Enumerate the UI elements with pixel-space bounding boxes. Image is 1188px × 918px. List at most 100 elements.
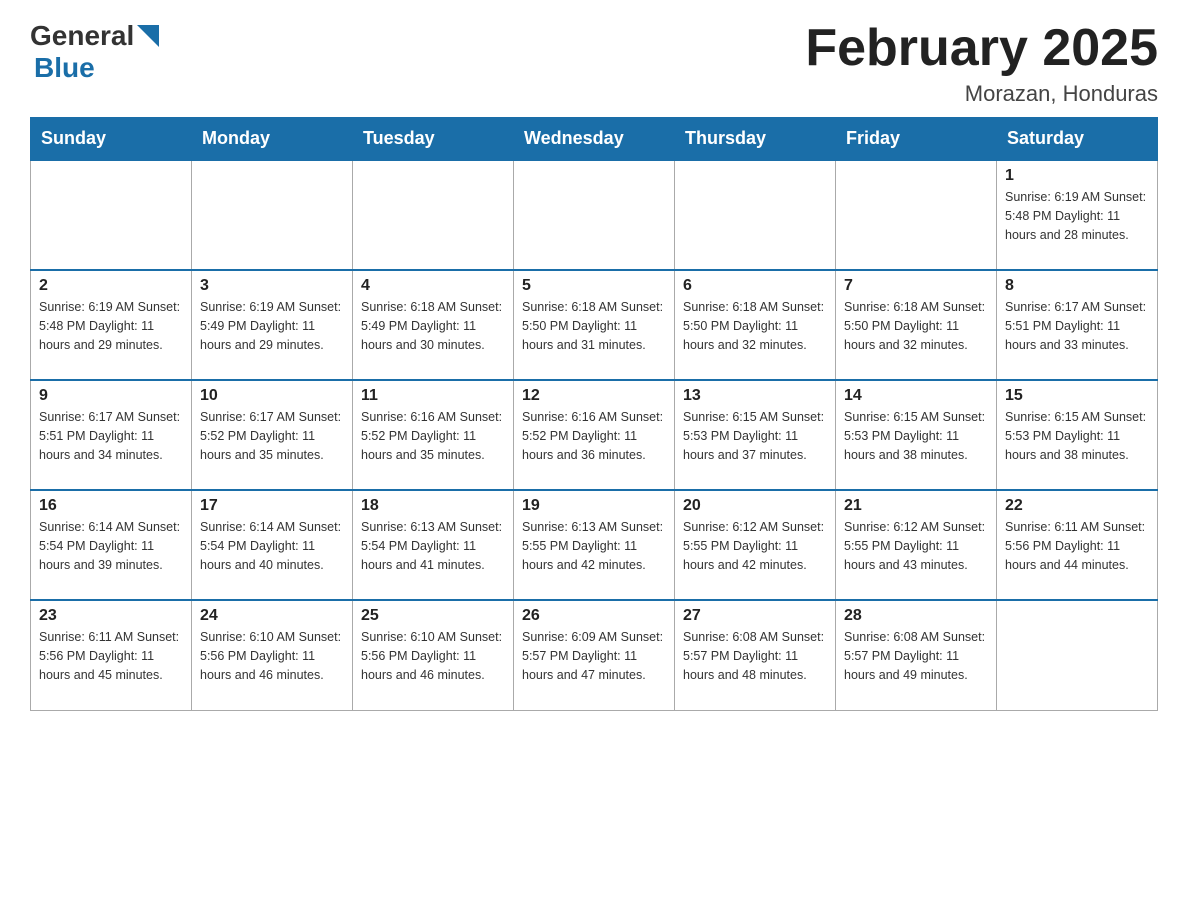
- calendar-subtitle: Morazan, Honduras: [805, 81, 1158, 107]
- day-number: 4: [361, 277, 505, 295]
- day-number: 15: [1005, 387, 1149, 405]
- calendar-cell: 23Sunrise: 6:11 AM Sunset: 5:56 PM Dayli…: [31, 600, 192, 710]
- day-number: 2: [39, 277, 183, 295]
- day-info: Sunrise: 6:16 AM Sunset: 5:52 PM Dayligh…: [361, 408, 505, 464]
- day-info: Sunrise: 6:18 AM Sunset: 5:50 PM Dayligh…: [844, 298, 988, 354]
- calendar-cell: 13Sunrise: 6:15 AM Sunset: 5:53 PM Dayli…: [675, 380, 836, 490]
- weekday-header-sunday: Sunday: [31, 118, 192, 161]
- day-info: Sunrise: 6:10 AM Sunset: 5:56 PM Dayligh…: [361, 628, 505, 684]
- day-number: 3: [200, 277, 344, 295]
- day-number: 16: [39, 497, 183, 515]
- day-number: 23: [39, 607, 183, 625]
- day-number: 27: [683, 607, 827, 625]
- day-number: 14: [844, 387, 988, 405]
- day-info: Sunrise: 6:08 AM Sunset: 5:57 PM Dayligh…: [844, 628, 988, 684]
- day-info: Sunrise: 6:15 AM Sunset: 5:53 PM Dayligh…: [1005, 408, 1149, 464]
- calendar-cell: 6 Sunrise: 6:18 AM Sunset: 5:50 PM Daylig…: [675, 270, 836, 380]
- calendar-cell: 25 Sunrise: 6:10 AM Sunset: 5:56 PM Dayli…: [353, 600, 514, 710]
- calendar-cell: 4 Sunrise: 6:18 AM Sunset: 5:49 PM Daylig…: [353, 270, 514, 380]
- day-info: Sunrise: 6:15 AM Sunset: 5:53 PM Dayligh…: [844, 408, 988, 464]
- calendar-cell: 19 Sunrise: 6:13 AM Sunset: 5:55 PM Dayli…: [514, 490, 675, 600]
- week-row-2: 9Sunrise: 6:17 AM Sunset: 5:51 PM Daylig…: [31, 380, 1158, 490]
- day-info: Sunrise: 6:18 AM Sunset: 5:50 PM Dayligh…: [683, 298, 827, 354]
- day-info: Sunrise: 6:19 AM Sunset: 5:49 PM Dayligh…: [200, 298, 344, 354]
- week-row-1: 2 Sunrise: 6:19 AM Sunset: 5:48 PM Daylig…: [31, 270, 1158, 380]
- weekday-header-thursday: Thursday: [675, 118, 836, 161]
- logo-blue-text: Blue: [34, 52, 95, 83]
- day-number: 11: [361, 387, 505, 405]
- weekday-header-tuesday: Tuesday: [353, 118, 514, 161]
- calendar-cell: 17Sunrise: 6:14 AM Sunset: 5:54 PM Dayli…: [192, 490, 353, 600]
- calendar-cell: 24 Sunrise: 6:10 AM Sunset: 5:56 PM Dayli…: [192, 600, 353, 710]
- day-number: 6: [683, 277, 827, 295]
- day-info: Sunrise: 6:13 AM Sunset: 5:55 PM Dayligh…: [522, 518, 666, 574]
- day-info: Sunrise: 6:14 AM Sunset: 5:54 PM Dayligh…: [39, 518, 183, 574]
- calendar-cell: 18 Sunrise: 6:13 AM Sunset: 5:54 PM Dayli…: [353, 490, 514, 600]
- calendar-cell: 8 Sunrise: 6:17 AM Sunset: 5:51 PM Daylig…: [997, 270, 1158, 380]
- calendar-title: February 2025: [805, 20, 1158, 77]
- day-info: Sunrise: 6:12 AM Sunset: 5:55 PM Dayligh…: [683, 518, 827, 574]
- day-number: 26: [522, 607, 666, 625]
- calendar-cell: 26Sunrise: 6:09 AM Sunset: 5:57 PM Dayli…: [514, 600, 675, 710]
- calendar-cell: 9Sunrise: 6:17 AM Sunset: 5:51 PM Daylig…: [31, 380, 192, 490]
- logo: General Blue: [30, 20, 159, 84]
- week-row-4: 23Sunrise: 6:11 AM Sunset: 5:56 PM Dayli…: [31, 600, 1158, 710]
- day-number: 10: [200, 387, 344, 405]
- logo-general-text: General: [30, 20, 134, 52]
- weekday-header-monday: Monday: [192, 118, 353, 161]
- day-info: Sunrise: 6:18 AM Sunset: 5:49 PM Dayligh…: [361, 298, 505, 354]
- calendar-cell: [675, 160, 836, 270]
- calendar-cell: [514, 160, 675, 270]
- calendar-cell: 22 Sunrise: 6:11 AM Sunset: 5:56 PM Dayli…: [997, 490, 1158, 600]
- page-header: General Blue February 2025 Morazan, Hond…: [30, 20, 1158, 107]
- day-info: Sunrise: 6:17 AM Sunset: 5:52 PM Dayligh…: [200, 408, 344, 464]
- weekday-header-row: SundayMondayTuesdayWednesdayThursdayFrid…: [31, 118, 1158, 161]
- day-info: Sunrise: 6:12 AM Sunset: 5:55 PM Dayligh…: [844, 518, 988, 574]
- calendar-table: SundayMondayTuesdayWednesdayThursdayFrid…: [30, 117, 1158, 711]
- day-info: Sunrise: 6:17 AM Sunset: 5:51 PM Dayligh…: [1005, 298, 1149, 354]
- weekday-header-wednesday: Wednesday: [514, 118, 675, 161]
- day-number: 22: [1005, 497, 1149, 515]
- day-number: 20: [683, 497, 827, 515]
- calendar-cell: 28 Sunrise: 6:08 AM Sunset: 5:57 PM Dayli…: [836, 600, 997, 710]
- day-info: Sunrise: 6:14 AM Sunset: 5:54 PM Dayligh…: [200, 518, 344, 574]
- day-info: Sunrise: 6:18 AM Sunset: 5:50 PM Dayligh…: [522, 298, 666, 354]
- day-number: 21: [844, 497, 988, 515]
- calendar-cell: [997, 600, 1158, 710]
- day-info: Sunrise: 6:19 AM Sunset: 5:48 PM Dayligh…: [39, 298, 183, 354]
- day-info: Sunrise: 6:19 AM Sunset: 5:48 PM Dayligh…: [1005, 188, 1149, 244]
- calendar-cell: 1 Sunrise: 6:19 AM Sunset: 5:48 PM Daylig…: [997, 160, 1158, 270]
- calendar-cell: 3 Sunrise: 6:19 AM Sunset: 5:49 PM Daylig…: [192, 270, 353, 380]
- day-number: 19: [522, 497, 666, 515]
- day-number: 8: [1005, 277, 1149, 295]
- day-info: Sunrise: 6:13 AM Sunset: 5:54 PM Dayligh…: [361, 518, 505, 574]
- calendar-cell: 10 Sunrise: 6:17 AM Sunset: 5:52 PM Dayli…: [192, 380, 353, 490]
- day-info: Sunrise: 6:10 AM Sunset: 5:56 PM Dayligh…: [200, 628, 344, 684]
- calendar-cell: 5Sunrise: 6:18 AM Sunset: 5:50 PM Daylig…: [514, 270, 675, 380]
- day-number: 18: [361, 497, 505, 515]
- week-row-3: 16 Sunrise: 6:14 AM Sunset: 5:54 PM Dayli…: [31, 490, 1158, 600]
- calendar-cell: 27 Sunrise: 6:08 AM Sunset: 5:57 PM Dayli…: [675, 600, 836, 710]
- week-row-0: 1 Sunrise: 6:19 AM Sunset: 5:48 PM Daylig…: [31, 160, 1158, 270]
- weekday-header-friday: Friday: [836, 118, 997, 161]
- calendar-cell: 14 Sunrise: 6:15 AM Sunset: 5:53 PM Dayli…: [836, 380, 997, 490]
- calendar-cell: 20 Sunrise: 6:12 AM Sunset: 5:55 PM Dayli…: [675, 490, 836, 600]
- day-number: 1: [1005, 167, 1149, 185]
- day-number: 25: [361, 607, 505, 625]
- calendar-cell: 11 Sunrise: 6:16 AM Sunset: 5:52 PM Dayli…: [353, 380, 514, 490]
- day-info: Sunrise: 6:16 AM Sunset: 5:52 PM Dayligh…: [522, 408, 666, 464]
- day-number: 28: [844, 607, 988, 625]
- day-number: 13: [683, 387, 827, 405]
- calendar-cell: [353, 160, 514, 270]
- calendar-cell: [836, 160, 997, 270]
- calendar-cell: 21 Sunrise: 6:12 AM Sunset: 5:55 PM Dayli…: [836, 490, 997, 600]
- logo-icon: [137, 25, 159, 47]
- day-number: 7: [844, 277, 988, 295]
- day-info: Sunrise: 6:08 AM Sunset: 5:57 PM Dayligh…: [683, 628, 827, 684]
- day-info: Sunrise: 6:11 AM Sunset: 5:56 PM Dayligh…: [1005, 518, 1149, 574]
- day-number: 24: [200, 607, 344, 625]
- day-number: 12: [522, 387, 666, 405]
- calendar-cell: 12 Sunrise: 6:16 AM Sunset: 5:52 PM Dayli…: [514, 380, 675, 490]
- day-number: 9: [39, 387, 183, 405]
- title-block: February 2025 Morazan, Honduras: [805, 20, 1158, 107]
